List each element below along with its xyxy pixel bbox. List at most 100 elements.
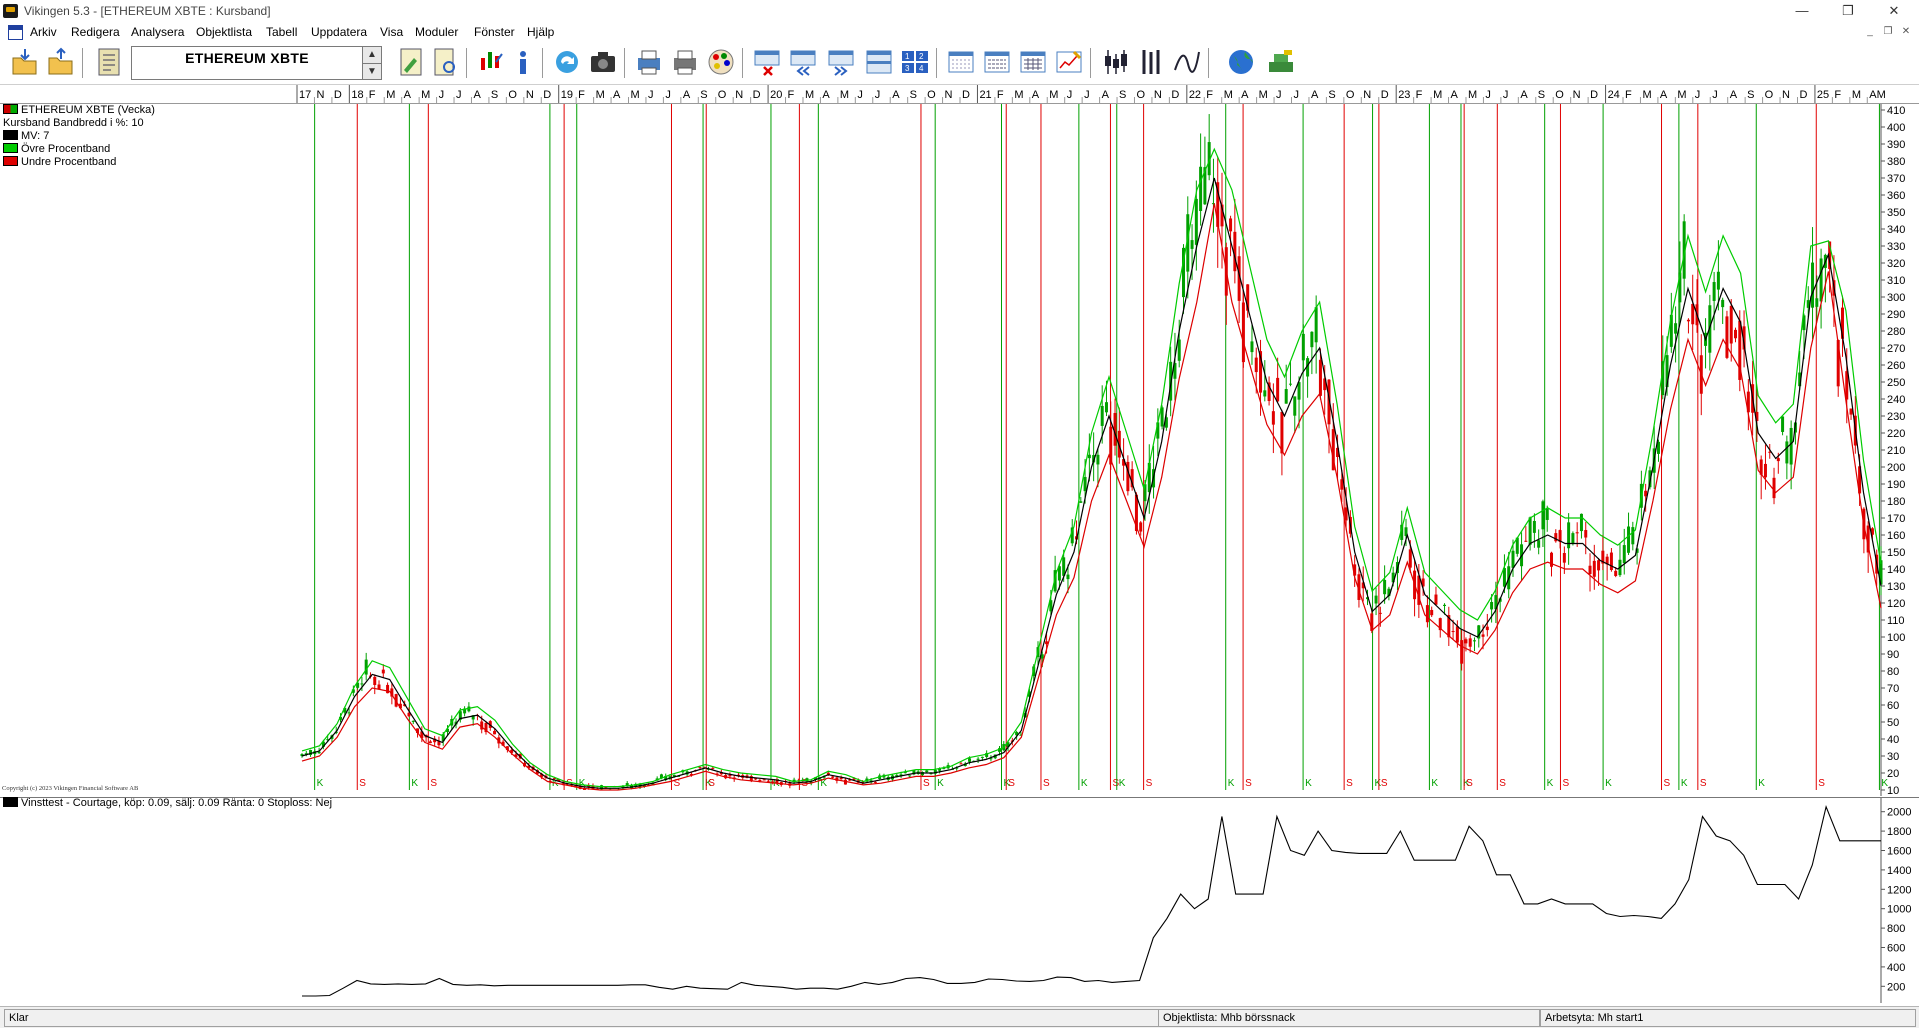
profit-test-chart[interactable]: 200 400 600 800 1000 1200 1400 1600 1800 2000 <box>0 797 1919 1003</box>
month-label: S <box>1538 89 1545 101</box>
week-calendar-icon[interactable] <box>982 46 1012 78</box>
globe-icon[interactable] <box>1226 46 1256 78</box>
y-tick-label: 340 <box>1887 224 1905 236</box>
line-chart-icon[interactable] <box>1172 46 1202 78</box>
month-label: J <box>1067 89 1073 101</box>
month-label: F <box>369 89 376 101</box>
y-tick-label: 270 <box>1887 343 1905 355</box>
candle-body <box>1229 218 1233 232</box>
candle-body <box>1674 323 1678 334</box>
candle-body <box>381 669 385 674</box>
menu-objektlista[interactable]: Objektlista <box>196 25 252 39</box>
delete-window-icon[interactable] <box>752 46 782 78</box>
legend-item: MV: 7 <box>3 130 155 143</box>
candle-body <box>1686 319 1690 322</box>
candle-body <box>1609 552 1613 571</box>
minimize-button[interactable]: — <box>1790 2 1814 20</box>
y-tick-label: 290 <box>1887 309 1905 321</box>
month-calendar-icon[interactable] <box>1018 46 1048 78</box>
y-tick-label: 260 <box>1887 360 1905 372</box>
menu-redigera[interactable]: Redigera <box>71 25 120 39</box>
month-label: F <box>788 89 795 101</box>
open-folder-icon[interactable] <box>10 46 40 78</box>
refresh-icon[interactable] <box>552 46 582 78</box>
save-folder-icon[interactable] <box>46 46 76 78</box>
menu-uppdatera[interactable]: Uppdatera <box>311 25 367 39</box>
svg-text:2: 2 <box>919 52 924 61</box>
print-icon[interactable] <box>670 46 700 78</box>
buy-signal-label: K <box>411 778 418 789</box>
candle-body <box>1481 634 1485 637</box>
y-tick-label: 60 <box>1887 700 1899 712</box>
chart-legend: ETHEREUM XBTE (Vecka) Kursband Bandbredd … <box>3 104 155 169</box>
candle-chart-icon[interactable] <box>476 46 506 78</box>
candle-body <box>1271 411 1275 425</box>
candle-body <box>968 758 972 762</box>
sub-y-tick-label: 600 <box>1887 943 1905 955</box>
candle-body <box>1087 454 1091 459</box>
legend-swatch <box>3 156 18 166</box>
price-chart[interactable]: K S K S K S K S KS K S K S K KS S K S K S K S K S K S K KS S K S K S K S K S… <box>0 104 1919 796</box>
y-tick-label: 180 <box>1887 496 1905 508</box>
month-label: F <box>1206 89 1213 101</box>
ohlc-bar-icon[interactable] <box>1136 46 1166 78</box>
info-icon[interactable] <box>508 46 538 78</box>
mdi-close-button[interactable]: ✕ <box>1898 25 1914 39</box>
symbol-selector[interactable]: ETHEREUM XBTE <box>131 46 363 80</box>
candle-body <box>1408 549 1412 568</box>
forward-window-icon[interactable] <box>826 46 856 78</box>
candle-body <box>411 720 415 722</box>
candlestick-icon[interactable] <box>1100 46 1130 78</box>
month-label: A <box>1520 89 1528 101</box>
object-list-icon[interactable] <box>94 46 124 78</box>
y-tick-label: 380 <box>1887 156 1905 168</box>
note-edit-icon[interactable] <box>396 46 426 78</box>
profit-test-label: Vinsttest - Courtage, köp: 0.09, sälj: 0… <box>21 797 333 809</box>
color-palette-icon[interactable] <box>706 46 736 78</box>
spin-up-button[interactable]: ▲ <box>363 47 381 63</box>
menu-hjalp[interactable]: Hjälp <box>527 25 554 39</box>
menu-tabell[interactable]: Tabell <box>266 25 297 39</box>
month-label: J <box>456 89 462 101</box>
tile-window-icon[interactable] <box>864 46 894 78</box>
close-button[interactable]: ✕ <box>1882 2 1906 20</box>
y-tick-label: 400 <box>1887 122 1905 134</box>
status-workspace: Arbetsyta: Mh start1 <box>1540 1009 1916 1027</box>
camera-icon[interactable] <box>588 46 618 78</box>
buy-signal-label: K <box>317 778 324 789</box>
maximize-button[interactable]: ❐ <box>1836 2 1860 20</box>
menu-arkiv[interactable]: Arkiv <box>30 25 57 39</box>
chart-settings-icon[interactable] <box>1054 46 1084 78</box>
mdi-minimize-button[interactable]: _ <box>1862 25 1878 39</box>
candle-body <box>1079 501 1083 503</box>
symbol-spinner[interactable]: ▲ ▼ <box>362 46 382 80</box>
sell-signal-label: S <box>1346 778 1353 789</box>
sell-signal-label: S <box>1818 778 1825 789</box>
candle-body <box>493 730 497 735</box>
day-calendar-icon[interactable] <box>946 46 976 78</box>
spin-down-button[interactable]: ▼ <box>363 63 381 80</box>
menu-visa[interactable]: Visa <box>380 25 403 39</box>
menu-fonster[interactable]: Fönster <box>474 25 515 39</box>
print-setup-icon[interactable] <box>634 46 664 78</box>
menu-analysera[interactable]: Analysera <box>131 25 184 39</box>
toolbar-separator <box>1090 48 1091 78</box>
month-label: F <box>997 89 1004 101</box>
document-window-icon[interactable] <box>8 25 23 40</box>
candle-body <box>1160 407 1164 427</box>
month-label: N <box>1573 89 1581 101</box>
month-label: O <box>1136 89 1145 101</box>
cash-register-icon[interactable] <box>1266 46 1296 78</box>
four-window-icon[interactable]: 1 23 4 <box>900 46 930 78</box>
note-search-icon[interactable] <box>430 46 460 78</box>
menu-moduler[interactable]: Moduler <box>415 25 458 39</box>
month-label: AM <box>1869 89 1886 101</box>
month-label: M <box>1852 89 1861 101</box>
mdi-restore-button[interactable]: ❐ <box>1880 25 1896 39</box>
rewind-window-icon[interactable] <box>788 46 818 78</box>
month-label: N <box>1154 89 1162 101</box>
sub-y-tick-label: 1600 <box>1887 846 1911 858</box>
year-label: 24 <box>1608 89 1620 101</box>
candle-body <box>377 684 381 689</box>
candle-body <box>1460 640 1464 664</box>
